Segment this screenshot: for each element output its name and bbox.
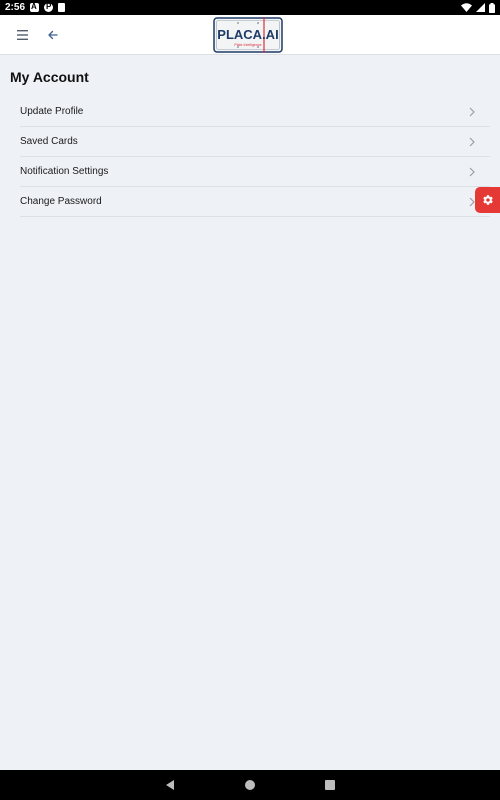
menu-item-update-profile[interactable]: Update Profile: [20, 97, 490, 127]
recents-square-icon[interactable]: [325, 780, 335, 790]
status-time: 2:56: [5, 2, 26, 13]
sd-card-icon: [58, 3, 65, 12]
logo-text: PLACA.AI: [217, 27, 278, 42]
page-title: My Account: [10, 69, 89, 85]
battery-icon: [489, 2, 495, 13]
menu-item-change-password[interactable]: Change Password: [20, 187, 490, 217]
logo-tagline: Plate Intelligence: [234, 43, 261, 47]
menu-button[interactable]: [13, 25, 33, 45]
main-content: My Account Update Profile Saved Cards No…: [0, 56, 500, 770]
menu-item-label: Change Password: [20, 196, 102, 207]
back-button[interactable]: [43, 25, 63, 45]
menu-item-notification-settings[interactable]: Notification Settings: [20, 157, 490, 187]
chevron-right-icon: [469, 137, 475, 147]
hamburger-menu-icon: [17, 30, 28, 40]
autofill-icon: [30, 2, 39, 12]
p-app-icon: [44, 2, 53, 12]
settings-floating-button[interactable]: [475, 187, 500, 213]
chevron-right-icon: [469, 107, 475, 117]
navigation-bar: [0, 770, 500, 800]
home-circle-icon[interactable]: [245, 780, 255, 790]
system-icons: [461, 2, 495, 13]
logo-plate-graphic: PLACA.AI Plate Intelligence: [213, 17, 283, 53]
arrow-left-icon: [48, 30, 58, 40]
menu-item-label: Saved Cards: [20, 136, 78, 147]
menu-item-label: Notification Settings: [20, 166, 109, 177]
chevron-right-icon: [469, 167, 475, 177]
menu-item-saved-cards[interactable]: Saved Cards: [20, 127, 490, 157]
signal-icon: [476, 3, 485, 12]
wifi-icon: [461, 3, 472, 12]
app-bar: PLACA.AI Plate Intelligence: [0, 15, 500, 55]
placa-ai-logo: PLACA.AI Plate Intelligence: [213, 17, 283, 53]
account-menu-list: Update Profile Saved Cards Notification …: [20, 97, 490, 217]
menu-item-label: Update Profile: [20, 106, 84, 117]
gear-icon: [482, 195, 493, 205]
back-triangle-icon[interactable]: [164, 779, 176, 791]
status-bar: 2:56: [0, 0, 500, 15]
notification-icons: [30, 2, 65, 13]
